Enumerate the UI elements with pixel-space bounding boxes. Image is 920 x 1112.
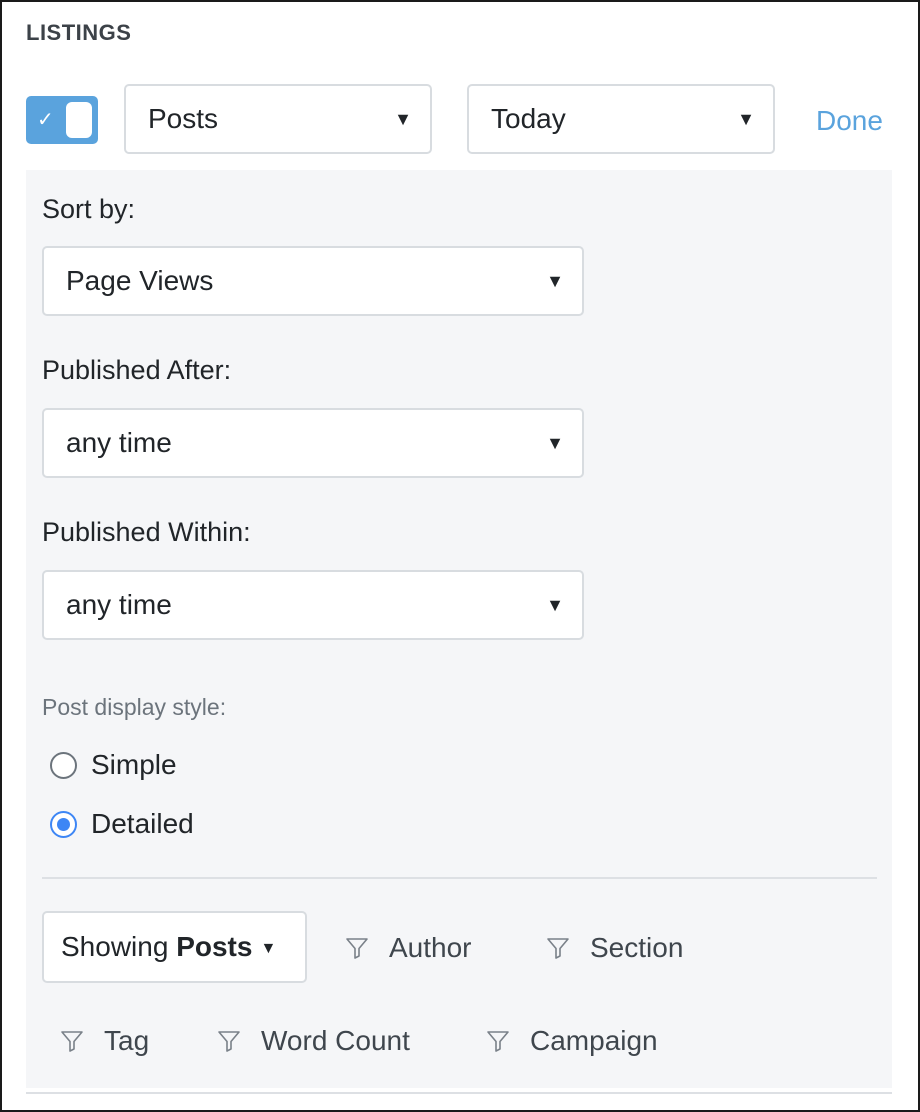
filter-campaign[interactable]: Campaign — [486, 1021, 658, 1061]
filter-label: Word Count — [261, 1025, 410, 1056]
published-after-label: Published After: — [42, 355, 232, 385]
caret-down-icon: ▼ — [546, 595, 564, 615]
date-range-value: Today — [491, 103, 566, 134]
sort-by-label: Sort by: — [42, 194, 136, 224]
radio-simple[interactable]: Simple — [50, 748, 177, 782]
filter-icon — [487, 1031, 509, 1052]
filter-section[interactable]: Section — [546, 928, 683, 968]
content-type-value: Posts — [148, 103, 219, 134]
display-style-label: Post display style: — [42, 694, 227, 720]
radio-detailed[interactable]: Detailed — [50, 807, 194, 841]
filter-icon — [346, 938, 368, 959]
caret-down-icon: ▼ — [394, 109, 412, 129]
toggle-knob — [66, 102, 92, 138]
filter-author[interactable]: Author — [345, 928, 472, 968]
sort-by-select[interactable]: Page Views ▼ — [42, 246, 584, 316]
checkmark-icon: ✓ — [37, 109, 54, 131]
filter-tag[interactable]: Tag — [60, 1021, 149, 1061]
section-title: LISTINGS — [26, 20, 132, 45]
radio-button[interactable] — [50, 751, 77, 779]
caret-down-icon: ▼ — [546, 271, 564, 291]
radio-label: Simple — [91, 749, 177, 780]
published-within-value: any time — [66, 589, 172, 620]
divider — [42, 877, 877, 879]
published-within-select[interactable]: any time ▼ — [42, 570, 584, 640]
published-after-value: any time — [66, 427, 172, 458]
showing-dropdown[interactable]: Showing Posts ▼ — [42, 911, 307, 983]
done-link[interactable]: Done — [816, 102, 883, 140]
divider — [26, 1092, 892, 1094]
filter-label: Tag — [104, 1025, 150, 1056]
filter-word-count[interactable]: Word Count — [217, 1021, 410, 1061]
filter-label: Section — [590, 932, 684, 963]
caret-down-icon: ▼ — [546, 433, 564, 453]
filter-icon — [61, 1031, 83, 1052]
listings-toggle[interactable]: ✓ — [26, 96, 98, 144]
date-range-select[interactable]: Today ▼ — [467, 84, 775, 154]
radio-button-checked[interactable] — [50, 810, 77, 838]
radio-label: Detailed — [91, 808, 194, 839]
caret-down-icon: ▼ — [737, 109, 755, 129]
published-after-select[interactable]: any time ▼ — [42, 408, 584, 478]
listings-panel: LISTINGS ✓ Posts ▼ Today ▼ Done Sort by:… — [0, 0, 920, 1112]
filter-label: Author — [389, 932, 472, 963]
showing-value: Posts — [176, 931, 253, 962]
caret-down-icon: ▼ — [260, 940, 277, 957]
showing-prefix: Showing — [61, 931, 169, 962]
content-type-select[interactable]: Posts ▼ — [124, 84, 432, 154]
filter-icon — [547, 938, 569, 959]
filter-icon — [218, 1031, 240, 1052]
filter-label: Campaign — [530, 1025, 658, 1056]
sort-by-value: Page Views — [66, 265, 214, 296]
published-within-label: Published Within: — [42, 517, 251, 547]
